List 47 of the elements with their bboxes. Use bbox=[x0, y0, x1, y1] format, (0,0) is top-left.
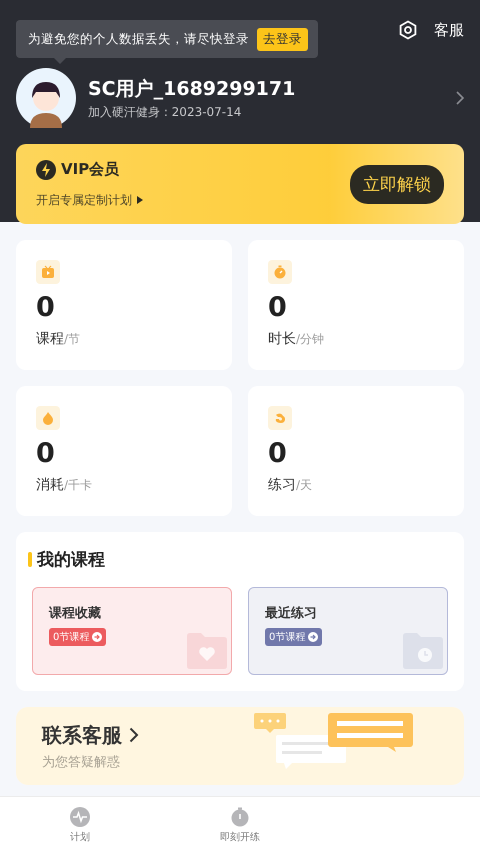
vip-title: VIP会员 bbox=[61, 160, 120, 179]
tab-bar-item[interactable]: 即刻开练 bbox=[160, 797, 320, 853]
stat-unit: /节 bbox=[64, 331, 80, 348]
stat-unit: /天 bbox=[296, 477, 312, 494]
stat-value: 0 bbox=[268, 438, 287, 470]
course-count-badge[interactable]: 0节课程 bbox=[265, 628, 322, 646]
muscle-icon bbox=[268, 406, 292, 430]
course-card[interactable]: 最近练习 0节课程 bbox=[248, 587, 448, 675]
stat-label: 课程 bbox=[36, 330, 64, 348]
stat-unit: /千卡 bbox=[64, 477, 92, 494]
tab-bar-item[interactable]: 计划 bbox=[0, 797, 160, 853]
stopwatch-icon bbox=[230, 806, 250, 826]
login-tip-text: 为避免您的个人数据丢失，请尽快登录 bbox=[28, 30, 249, 48]
lightning-icon bbox=[36, 160, 56, 180]
contact-subtitle: 为您答疑解惑 bbox=[42, 754, 121, 770]
video-icon bbox=[36, 260, 60, 284]
play-arrow-icon bbox=[137, 196, 143, 204]
section-title: 我的课程 bbox=[37, 549, 105, 571]
vip-subtitle: 开启专属定制计划 bbox=[36, 192, 132, 208]
chevron-right-icon bbox=[129, 727, 139, 743]
course-card-title: 课程收藏 bbox=[49, 605, 101, 622]
stat-label: 消耗 bbox=[36, 476, 64, 494]
vip-card[interactable]: VIP会员 开启专属定制计划 立即解锁 bbox=[16, 144, 464, 224]
contact-banner[interactable]: 联系客服 为您答疑解惑 bbox=[16, 707, 464, 785]
contact-title: 联系客服 bbox=[42, 722, 122, 748]
stat-label: 时长 bbox=[268, 330, 296, 348]
flame-icon bbox=[36, 406, 60, 430]
user-name: SC用户_1689299171 bbox=[88, 76, 296, 102]
stopwatch-icon bbox=[268, 260, 292, 284]
avatar[interactable] bbox=[16, 68, 76, 128]
unlock-button[interactable]: 立即解锁 bbox=[350, 164, 444, 204]
login-button[interactable]: 去登录 bbox=[257, 28, 308, 50]
support-link[interactable]: 客服 bbox=[434, 20, 464, 40]
stat-value: 0 bbox=[268, 292, 287, 324]
stat-value: 0 bbox=[36, 438, 55, 470]
course-card[interactable]: 课程收藏 0节课程 bbox=[32, 587, 232, 675]
accent-bar bbox=[28, 552, 32, 567]
stat-value: 0 bbox=[36, 292, 55, 324]
settings-icon[interactable] bbox=[398, 20, 418, 40]
course-card-title: 最近练习 bbox=[265, 605, 317, 622]
pulse-icon bbox=[70, 806, 90, 826]
heart-folder-icon bbox=[187, 633, 227, 669]
chevron-right-icon[interactable] bbox=[456, 91, 464, 105]
stat-unit: /分钟 bbox=[296, 331, 324, 348]
clock-folder-icon bbox=[403, 633, 443, 669]
join-date: 加入硬汗健身 : 2023-07-14 bbox=[88, 104, 242, 120]
stat-label: 练习 bbox=[268, 476, 296, 494]
